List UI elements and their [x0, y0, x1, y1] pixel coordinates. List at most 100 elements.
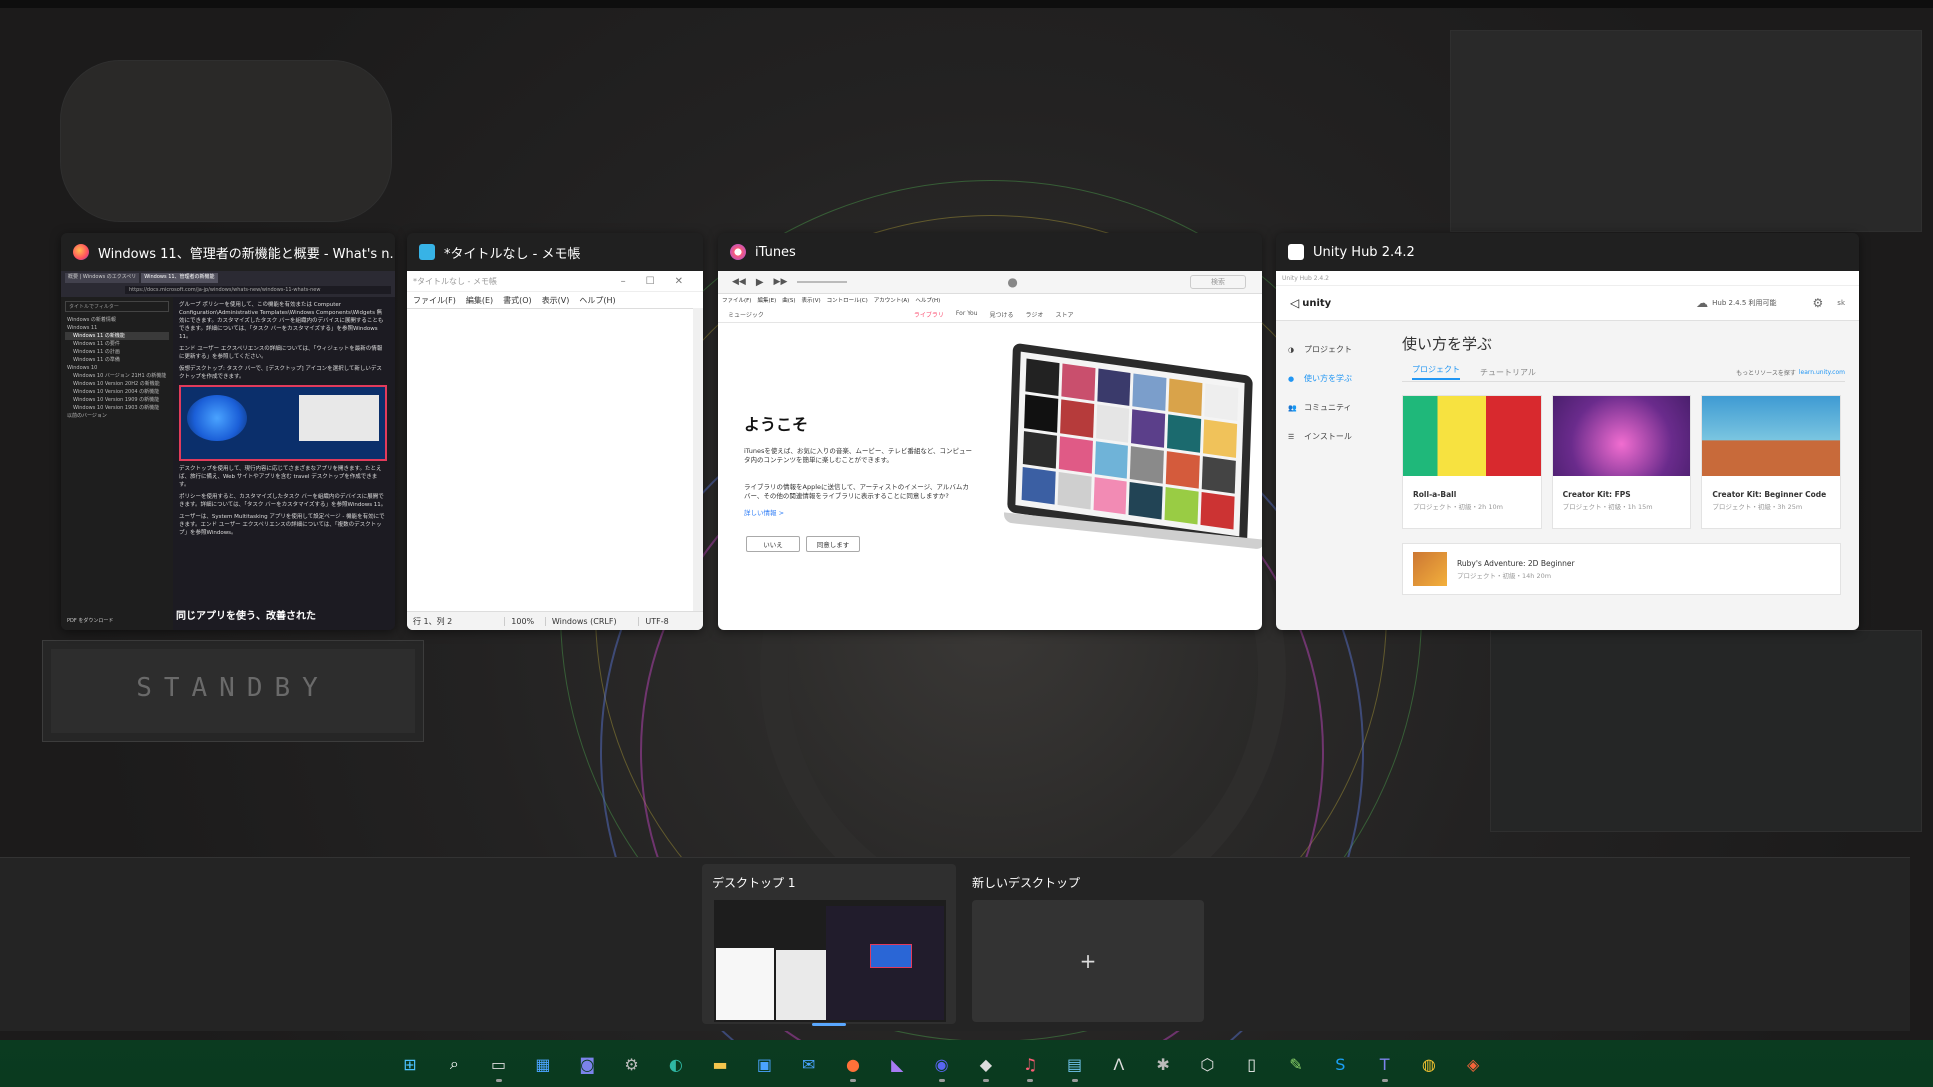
notepad-menu-item[interactable]: 書式(O)	[503, 295, 532, 306]
itunes-tab[interactable]: For You	[956, 310, 978, 319]
update-available[interactable]: Hub 2.4.5 利用可能	[1712, 298, 1776, 308]
window-controls[interactable]: –☐✕	[621, 276, 703, 287]
sidebar-item[interactable]: ● 使い方を学ぶ	[1276, 364, 1384, 393]
toc-filter[interactable]: タイトルでフィルター	[65, 301, 169, 312]
window-firefox[interactable]: Windows 11、管理者の新機能と概要 - What's n... 概要 |…	[61, 233, 395, 630]
forward-icon[interactable]: ▶▶	[774, 277, 788, 287]
new-desktop-card[interactable]: 新しいデスクトップ +	[972, 864, 1206, 1024]
itunes-menu-item[interactable]: ファイル(F)	[722, 296, 751, 304]
gear-icon[interactable]: ⚙	[1813, 296, 1824, 310]
window-notepad[interactable]: *タイトルなし - メモ帳 *タイトルなし - メモ帳 –☐✕ ファイル(F) 編…	[407, 233, 703, 630]
window-title-bar[interactable]: Windows 11、管理者の新機能と概要 - What's n...	[61, 233, 395, 271]
toc-item[interactable]: Windows 10 Version 20H2 の新機能	[65, 380, 169, 388]
taskbar-app-d-icon[interactable]: ◈	[1461, 1052, 1485, 1076]
notepad-menu-item[interactable]: 表示(V)	[542, 295, 570, 306]
agree-button[interactable]: 同意します	[806, 536, 860, 552]
toc-item[interactable]: Windows 10	[65, 364, 169, 372]
itunes-menu: ファイル(F) 編集(E) 曲(S) 表示(V) コントロール(C) アカウント(A) ヘル…	[718, 294, 1262, 306]
toc-item[interactable]: 以前のバージョン	[65, 412, 169, 420]
library-select[interactable]: ミュージック	[728, 310, 764, 319]
window-unity-hub[interactable]: Unity Hub 2.4.2 Unity Hub 2.4.2 ◁ unity …	[1276, 233, 1859, 630]
taskbar-settings-icon[interactable]: ⚙	[620, 1052, 644, 1076]
tab-project[interactable]: プロジェクト	[1412, 364, 1460, 380]
taskbar-teams-icon[interactable]: T	[1373, 1052, 1397, 1082]
notepad-menu-item[interactable]: ファイル(F)	[413, 295, 456, 306]
itunes-menu-item[interactable]: 曲(S)	[782, 296, 795, 304]
itunes-tab[interactable]: 見つける	[990, 310, 1014, 319]
notepad-menu-item[interactable]: ヘルプ(H)	[579, 295, 615, 306]
taskbar-windows-start-icon[interactable]: ⊞	[398, 1052, 422, 1076]
taskbar-notepad-icon[interactable]: ▤	[1063, 1052, 1087, 1082]
itunes-menu-item[interactable]: ヘルプ(H)	[915, 296, 940, 304]
sidebar-item[interactable]: ◑ プロジェクト	[1276, 335, 1384, 364]
taskbar-task-view-icon[interactable]: ▭	[487, 1052, 511, 1082]
taskbar-discord-icon[interactable]: ◉	[930, 1052, 954, 1082]
itunes-tab[interactable]: ラジオ	[1026, 310, 1044, 319]
toc-item[interactable]: Windows 10 Version 1909 の新機能	[65, 396, 169, 404]
sidebar-item[interactable]: 👥 コミュニティ	[1276, 393, 1384, 422]
toc-item[interactable]: Windows 10 バージョン 21H1 の新機能	[65, 372, 169, 380]
itunes-menu-item[interactable]: 表示(V)	[802, 296, 821, 304]
toc-item[interactable]: Windows 11 の準備	[65, 356, 169, 364]
taskbar-search-icon[interactable]: ⌕	[442, 1052, 466, 1076]
window-title-bar[interactable]: iTunes	[718, 233, 1262, 271]
itunes-tabs: ライブラリ For You 見つける ラジオ ストア	[914, 310, 1074, 319]
desktop-1-card[interactable]: デスクトップ 1	[702, 864, 956, 1026]
window-title-bar[interactable]: Unity Hub 2.4.2	[1276, 233, 1859, 271]
more-info-link[interactable]: 詳しい情報 >	[744, 507, 784, 517]
notepad-text-area[interactable]	[407, 308, 703, 612]
itunes-menu-item[interactable]: 編集(E)	[757, 296, 776, 304]
browser-tab[interactable]: Windows 11、管理者の新機能	[141, 273, 218, 283]
itunes-menu-item[interactable]: アカウント(A)	[874, 296, 910, 304]
search-input[interactable]: 検索	[1190, 275, 1246, 289]
taskbar-document-icon[interactable]: ▯	[1240, 1052, 1264, 1076]
taskbar-app-c-icon[interactable]: ⬡	[1195, 1052, 1219, 1076]
notepad-menu-item[interactable]: 編集(E)	[466, 295, 493, 306]
taskbar-microsoft-store-icon[interactable]: ▣	[752, 1052, 776, 1076]
taskbar-app-b-icon[interactable]: ✱	[1151, 1052, 1175, 1076]
no-button[interactable]: いいえ	[746, 536, 800, 552]
toc-item[interactable]: Windows 11	[65, 324, 169, 332]
window-title-bar[interactable]: *タイトルなし - メモ帳	[407, 233, 703, 271]
add-desktop-button[interactable]: +	[972, 900, 1204, 1022]
taskbar-file-explorer-icon[interactable]: ▬	[708, 1052, 732, 1076]
taskbar-visual-studio-icon[interactable]: ◣	[885, 1052, 909, 1076]
taskbar-chrome-icon[interactable]: ◍	[1417, 1052, 1441, 1076]
toc-item[interactable]: Windows 10 Version 2004 の新機能	[65, 388, 169, 396]
itunes-tab[interactable]: ストア	[1055, 310, 1073, 319]
taskbar-firefox-icon[interactable]: ●	[841, 1052, 865, 1082]
itunes-tab[interactable]: ライブラリ	[914, 310, 944, 319]
toc-item[interactable]: Windows の新着情報	[65, 316, 169, 324]
url-bar[interactable]: https://docs.microsoft.com/ja-jp/windows…	[125, 286, 391, 294]
pdf-download[interactable]: PDF をダウンロード	[67, 617, 113, 624]
taskbar-teams-chat-icon[interactable]: ◙	[575, 1052, 599, 1076]
taskbar-unity-hub-icon[interactable]: ◆	[974, 1052, 998, 1082]
taskbar-notepad-plus-icon[interactable]: ✎	[1284, 1052, 1308, 1076]
taskbar-app-a-icon[interactable]: Λ	[1107, 1052, 1131, 1076]
learn-link[interactable]: learn.unity.com	[1799, 369, 1845, 376]
browser-tab[interactable]: 概要 | Windows のエクスペリ	[65, 273, 140, 283]
taskbar-mail-icon[interactable]: ✉	[797, 1052, 821, 1076]
taskbar-widgets-icon[interactable]: ▦	[531, 1052, 555, 1076]
sidebar-item[interactable]: ☰ インストール	[1276, 422, 1384, 451]
tutorial-card[interactable]: Creator Kit: Beginner Code プロジェクト・初級・3h 2…	[1701, 395, 1842, 529]
toc-item[interactable]: Windows 11 の計画	[65, 348, 169, 356]
taskbar-edge-icon[interactable]: ◐	[664, 1052, 688, 1076]
album-cover	[1094, 440, 1129, 479]
taskbar-skype-icon[interactable]: S	[1328, 1052, 1352, 1076]
tutorial-card-wide[interactable]: Ruby's Adventure: 2D Beginner プロジェクト・初級・…	[1402, 543, 1841, 595]
window-itunes[interactable]: iTunes ◀◀ ▶ ▶▶ ● 検索 ファイル(F) 編集(E) 曲(S) 表示(V…	[718, 233, 1262, 630]
taskbar-itunes-icon[interactable]: ♫	[1018, 1052, 1042, 1082]
tutorial-card[interactable]: Creator Kit: FPS プロジェクト・初級・1h 15m	[1551, 395, 1692, 529]
itunes-menu-item[interactable]: コントロール(C)	[827, 296, 868, 304]
toc-item[interactable]: Windows 10 Version 1903 の新機能	[65, 404, 169, 412]
user-avatar[interactable]: sk	[1837, 299, 1845, 307]
volume-slider[interactable]	[797, 281, 848, 283]
toc-item[interactable]: Windows 11 の新機能	[65, 332, 169, 340]
tab-tutorial[interactable]: チュートリアル	[1480, 367, 1536, 378]
play-icon[interactable]: ▶	[756, 277, 764, 288]
toc-item[interactable]: Windows 11 の要件	[65, 340, 169, 348]
tutorial-card[interactable]: Roll-a-Ball プロジェクト・初級・2h 10m	[1402, 395, 1542, 529]
rewind-icon[interactable]: ◀◀	[732, 277, 746, 287]
welcome-text: iTunesを使えば、お気に入りの音楽、ムービー、テレビ番組など、コンピュータ内…	[744, 447, 973, 464]
